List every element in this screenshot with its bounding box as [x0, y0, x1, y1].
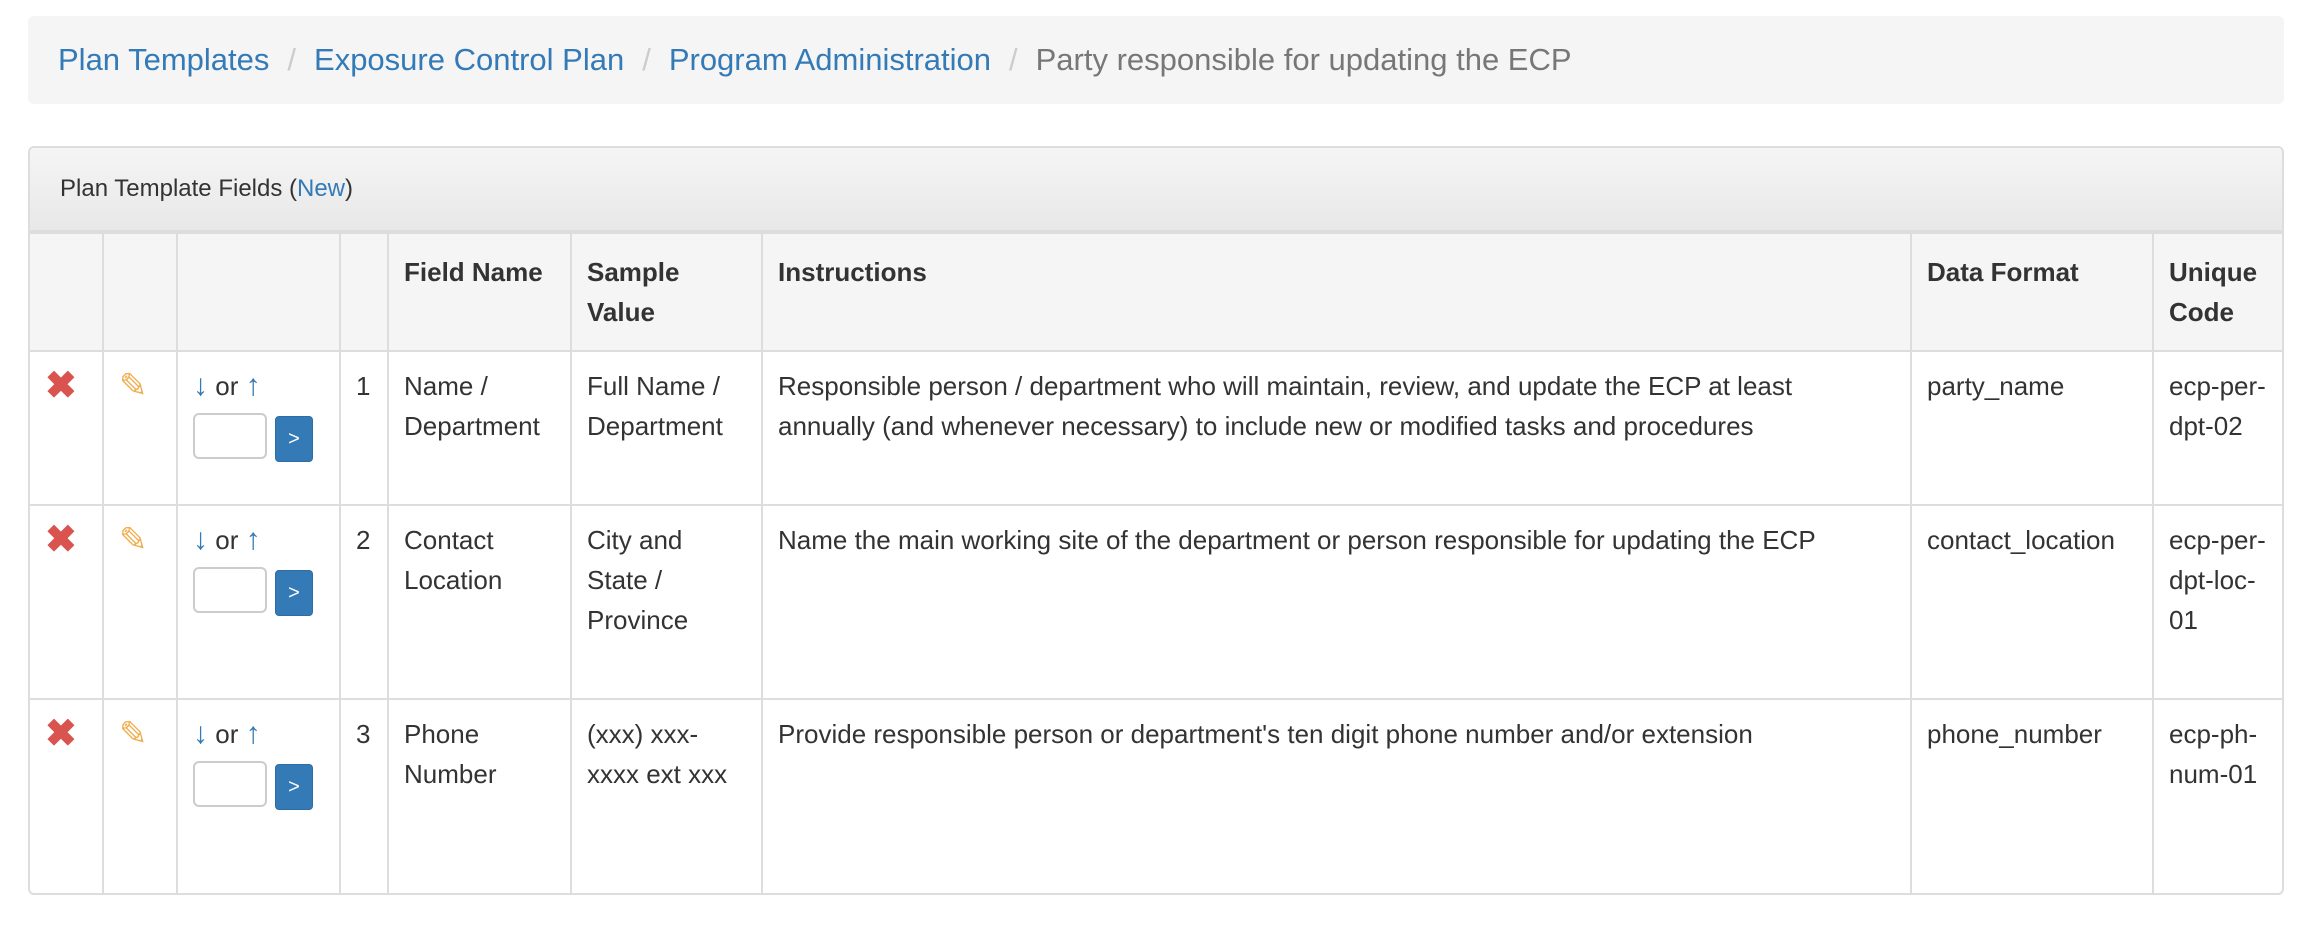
breadcrumb-program-administration[interactable]: Program Administration [669, 42, 991, 78]
breadcrumb: Plan Templates / Exposure Control Plan / P… [28, 16, 2284, 104]
sample-value: Full Name / Department [570, 350, 763, 506]
instructions: Responsible person / department who will… [761, 350, 1912, 506]
or-label: or [215, 525, 239, 555]
table-row: ✖ ✎ ↓ or ↑ > 3 Phone Number (xxx) xxx-xx… [30, 698, 2282, 893]
breadcrumb-separator: / [642, 42, 651, 77]
unique-code: ecp-ph-num-01 [2152, 698, 2282, 893]
arrow-up-icon[interactable]: ↑ [246, 717, 261, 750]
pencil-icon[interactable]: ✎ [119, 367, 148, 405]
col-data-format: Data Format [1910, 232, 2154, 352]
row-number: 2 [339, 504, 389, 700]
sample-value: City and State / Province [570, 504, 763, 700]
row-number: 3 [339, 698, 389, 893]
panel-heading: Plan Template Fields (New) [30, 148, 2282, 232]
breadcrumb-separator: / [1009, 42, 1018, 77]
instructions: Provide responsible person or department… [761, 698, 1912, 893]
unique-code: ecp-per-dpt-loc-01 [2152, 504, 2282, 700]
times-icon[interactable]: ✖ [45, 365, 77, 407]
col-unique-code: Unique Code [2152, 232, 2282, 352]
col-instructions: Instructions [761, 232, 1912, 352]
times-icon[interactable]: ✖ [45, 519, 77, 561]
table-row: ✖ ✎ ↓ or ↑ > 2 Contact Location City and… [30, 504, 2282, 700]
col-edit [102, 232, 178, 352]
data-format: party_name [1910, 350, 2154, 506]
new-field-link[interactable]: New [297, 175, 345, 203]
col-field-name: Field Name [387, 232, 572, 352]
panel-title: Plan Template Fields ( [60, 175, 297, 202]
or-label: or [215, 371, 239, 401]
breadcrumb-exposure-control-plan[interactable]: Exposure Control Plan [314, 42, 624, 78]
arrow-up-icon[interactable]: ↑ [246, 523, 261, 556]
table-row: ✖ ✎ ↓ or ↑ > 1 Name / Department Full Na… [30, 350, 2282, 506]
position-input[interactable] [193, 413, 267, 459]
or-label: or [215, 719, 239, 749]
breadcrumb-plan-templates[interactable]: Plan Templates [58, 42, 269, 78]
arrow-down-icon[interactable]: ↓ [193, 717, 208, 750]
field-name: Contact Location [387, 504, 572, 700]
col-delete [30, 232, 104, 352]
times-icon[interactable]: ✖ [45, 713, 77, 755]
panel-title-end: ) [345, 175, 354, 202]
position-input[interactable] [193, 761, 267, 807]
arrow-down-icon[interactable]: ↓ [193, 369, 208, 402]
field-name: Name / Department [387, 350, 572, 506]
move-button[interactable]: > [275, 764, 313, 810]
unique-code: ecp-per-dpt-02 [2152, 350, 2282, 506]
arrow-down-icon[interactable]: ↓ [193, 523, 208, 556]
col-sample-value: Sample Value [570, 232, 763, 352]
fields-table: Field Name Sample Value Instructions Dat… [30, 232, 2282, 893]
pencil-icon[interactable]: ✎ [119, 715, 148, 753]
col-move [176, 232, 341, 352]
sample-value: (xxx) xxx-xxxx ext xxx [570, 698, 763, 893]
row-number: 1 [339, 350, 389, 506]
pencil-icon[interactable]: ✎ [119, 521, 148, 559]
arrow-up-icon[interactable]: ↑ [246, 369, 261, 402]
breadcrumb-current: Party responsible for updating the ECP [1035, 42, 1572, 77]
breadcrumb-separator: / [287, 42, 297, 77]
col-num [339, 232, 389, 352]
plan-template-fields-panel: Plan Template Fields (New) Field Name Sa… [28, 146, 2284, 895]
position-input[interactable] [193, 567, 267, 613]
move-button[interactable]: > [275, 416, 313, 462]
move-button[interactable]: > [275, 570, 313, 616]
data-format: phone_number [1910, 698, 2154, 893]
field-name: Phone Number [387, 698, 572, 893]
data-format: contact_location [1910, 504, 2154, 700]
instructions: Name the main working site of the depart… [761, 504, 1912, 700]
table-header-row: Field Name Sample Value Instructions Dat… [30, 232, 2282, 352]
